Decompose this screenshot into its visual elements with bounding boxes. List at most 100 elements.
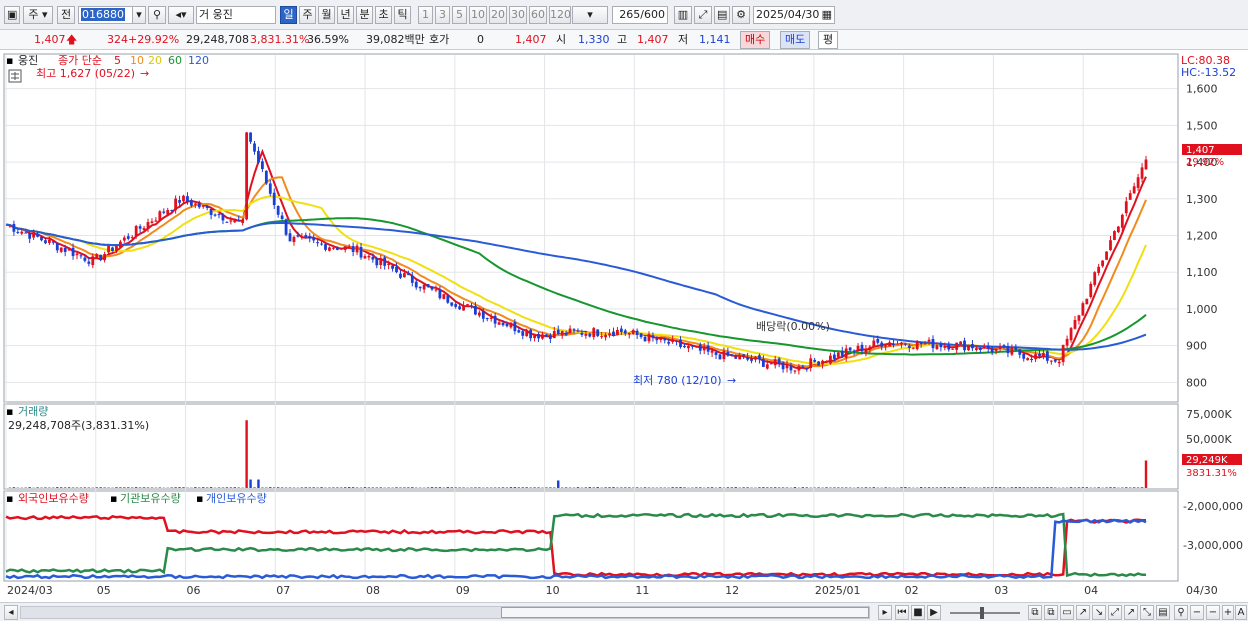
stock-chart[interactable]: 1,6001,5001,4001,3001,2001,1001,00090080… xyxy=(0,52,1248,602)
volume-bar xyxy=(99,487,102,488)
period-button[interactable]: 주 xyxy=(299,6,316,24)
rewind-icon[interactable]: ⏮ xyxy=(895,605,909,620)
volume-menu-icon[interactable]: ▪ xyxy=(6,405,13,418)
zoom-icon[interactable]: ⚲ xyxy=(1174,605,1188,620)
candle-body xyxy=(915,340,919,350)
candle-body xyxy=(186,196,189,202)
candle-body xyxy=(237,220,241,222)
volume-bar xyxy=(710,487,714,488)
interval-button[interactable]: 3 xyxy=(435,6,450,24)
candle-body xyxy=(474,305,477,315)
candle-body xyxy=(659,337,663,340)
interval-dropdown[interactable]: ▾ xyxy=(572,6,608,24)
play-icon[interactable]: ▶ xyxy=(927,605,941,620)
zoom-out-icon[interactable]: − xyxy=(1190,605,1204,620)
speed-slider[interactable] xyxy=(950,607,1020,619)
calendar-icon[interactable]: ▦ xyxy=(822,7,832,23)
speaker-icon[interactable]: ◂▾ xyxy=(168,6,194,24)
date-field[interactable]: 2025/04/30 ▦ xyxy=(753,6,835,24)
volume-bar xyxy=(229,487,233,488)
code-value: 016880 xyxy=(81,8,125,21)
volume-bar xyxy=(170,487,173,488)
stock-name-field[interactable]: 거 웅진 xyxy=(196,6,276,24)
prev-button[interactable]: 전 xyxy=(57,6,75,24)
price-tick-label: 1,600 xyxy=(1186,83,1218,96)
count-field[interactable]: 265/600 xyxy=(612,6,668,24)
candle-type-icon[interactable]: ▥ xyxy=(674,6,692,24)
volume-bar xyxy=(845,487,848,488)
search-icon[interactable]: ⚲ xyxy=(148,6,166,24)
volume-bar xyxy=(269,487,272,488)
scroll-thumb[interactable] xyxy=(501,607,869,618)
volume-bar xyxy=(1050,487,1053,488)
trend-icon-3[interactable]: ⤢ xyxy=(1108,605,1122,620)
gear-icon[interactable]: ⚙ xyxy=(732,6,750,24)
panel-menu-icon[interactable]: ▪ xyxy=(6,54,13,67)
interval-button[interactable]: 10 xyxy=(469,6,487,24)
trend-icon-4[interactable]: ↗ xyxy=(1124,605,1138,620)
chart-area[interactable]: 1,600 1,500 1,400 1,300 1,200 1,100 1,000 900 80… xyxy=(0,52,1248,602)
period-button[interactable]: 년 xyxy=(337,6,354,24)
candle-body xyxy=(643,336,647,342)
font-size-icon[interactable]: A xyxy=(1235,605,1247,620)
candle-body xyxy=(430,286,434,290)
avg-button[interactable]: 평 xyxy=(818,31,839,49)
compare-icon[interactable]: ⧉ xyxy=(1028,605,1042,620)
holdings-tick-label: -3,000,000 xyxy=(1183,539,1243,552)
volume-bar xyxy=(931,487,935,488)
speed-slider-thumb[interactable] xyxy=(980,607,984,619)
candle-body xyxy=(197,203,201,208)
interval-button[interactable]: 1 xyxy=(418,6,433,24)
interval-button[interactable]: 30 xyxy=(509,6,527,24)
fibo-icon[interactable]: ⤡ xyxy=(1140,605,1154,620)
candle-body xyxy=(44,240,47,244)
line-tool-icon[interactable]: ⤢ xyxy=(694,6,712,24)
interval-button[interactable]: 5 xyxy=(452,6,467,24)
status-bar: ◂ ▸ ⏮ ■ ▶ ⧉ ⧉ ▭ ↗ ↘ ⤢ ↗ ⤡ ▤ ⚲ − − + A xyxy=(0,602,1248,621)
trend-icon-2[interactable]: ↘ xyxy=(1092,605,1106,620)
interval-button[interactable]: 20 xyxy=(489,6,507,24)
holdings-menu-icon[interactable]: ▪ xyxy=(6,492,13,505)
interval-button[interactable]: 120 xyxy=(549,6,571,24)
candle-body xyxy=(710,350,714,353)
period-button[interactable]: 분 xyxy=(356,6,373,24)
code-dropdown-icon[interactable]: ▾ xyxy=(132,6,146,24)
buy-button[interactable]: 매수 xyxy=(740,31,771,49)
stop-icon[interactable]: ■ xyxy=(911,605,925,620)
sell-button[interactable]: 매도 xyxy=(780,31,811,49)
copy-icon[interactable]: ▭ xyxy=(1060,605,1074,620)
market-select[interactable]: 주 ▾ xyxy=(23,6,53,24)
window-icon[interactable]: ▣ xyxy=(4,6,20,24)
period-button[interactable]: 초 xyxy=(375,6,392,24)
candle-body xyxy=(1045,351,1049,361)
save-icon[interactable]: ▤ xyxy=(714,6,730,24)
period-button[interactable]: 월 xyxy=(318,6,335,24)
candle-body xyxy=(264,170,268,184)
candle-body xyxy=(548,335,552,339)
horizontal-scrollbar[interactable] xyxy=(20,606,870,619)
candle-body xyxy=(722,350,726,360)
duplicate-icon[interactable]: ⧉ xyxy=(1044,605,1058,620)
save-drawing-icon[interactable]: ▤ xyxy=(1156,605,1170,620)
candle-body xyxy=(387,263,391,265)
trend-icon-1[interactable]: ↗ xyxy=(1076,605,1090,620)
zoom-out-2-icon[interactable]: − xyxy=(1206,605,1220,620)
period-button[interactable]: 일 xyxy=(280,6,297,24)
volume-bar xyxy=(12,487,16,488)
candle-body xyxy=(690,345,694,347)
volume-bar xyxy=(994,487,998,488)
candle-body xyxy=(253,143,256,152)
candle-body xyxy=(343,246,347,250)
period-button[interactable]: 틱 xyxy=(394,6,411,24)
volume-bar xyxy=(60,487,63,488)
ma60-label: 60 xyxy=(168,54,182,67)
volume-bar xyxy=(399,487,402,488)
zoom-in-icon[interactable]: + xyxy=(1222,605,1234,620)
candle-body xyxy=(572,329,576,331)
volume-bar xyxy=(923,487,927,488)
volume-bar xyxy=(900,487,903,488)
scroll-right-icon[interactable]: ▸ xyxy=(878,605,892,620)
candle-body xyxy=(872,340,876,348)
interval-button[interactable]: 60 xyxy=(529,6,547,24)
scroll-left-icon[interactable]: ◂ xyxy=(4,605,18,620)
